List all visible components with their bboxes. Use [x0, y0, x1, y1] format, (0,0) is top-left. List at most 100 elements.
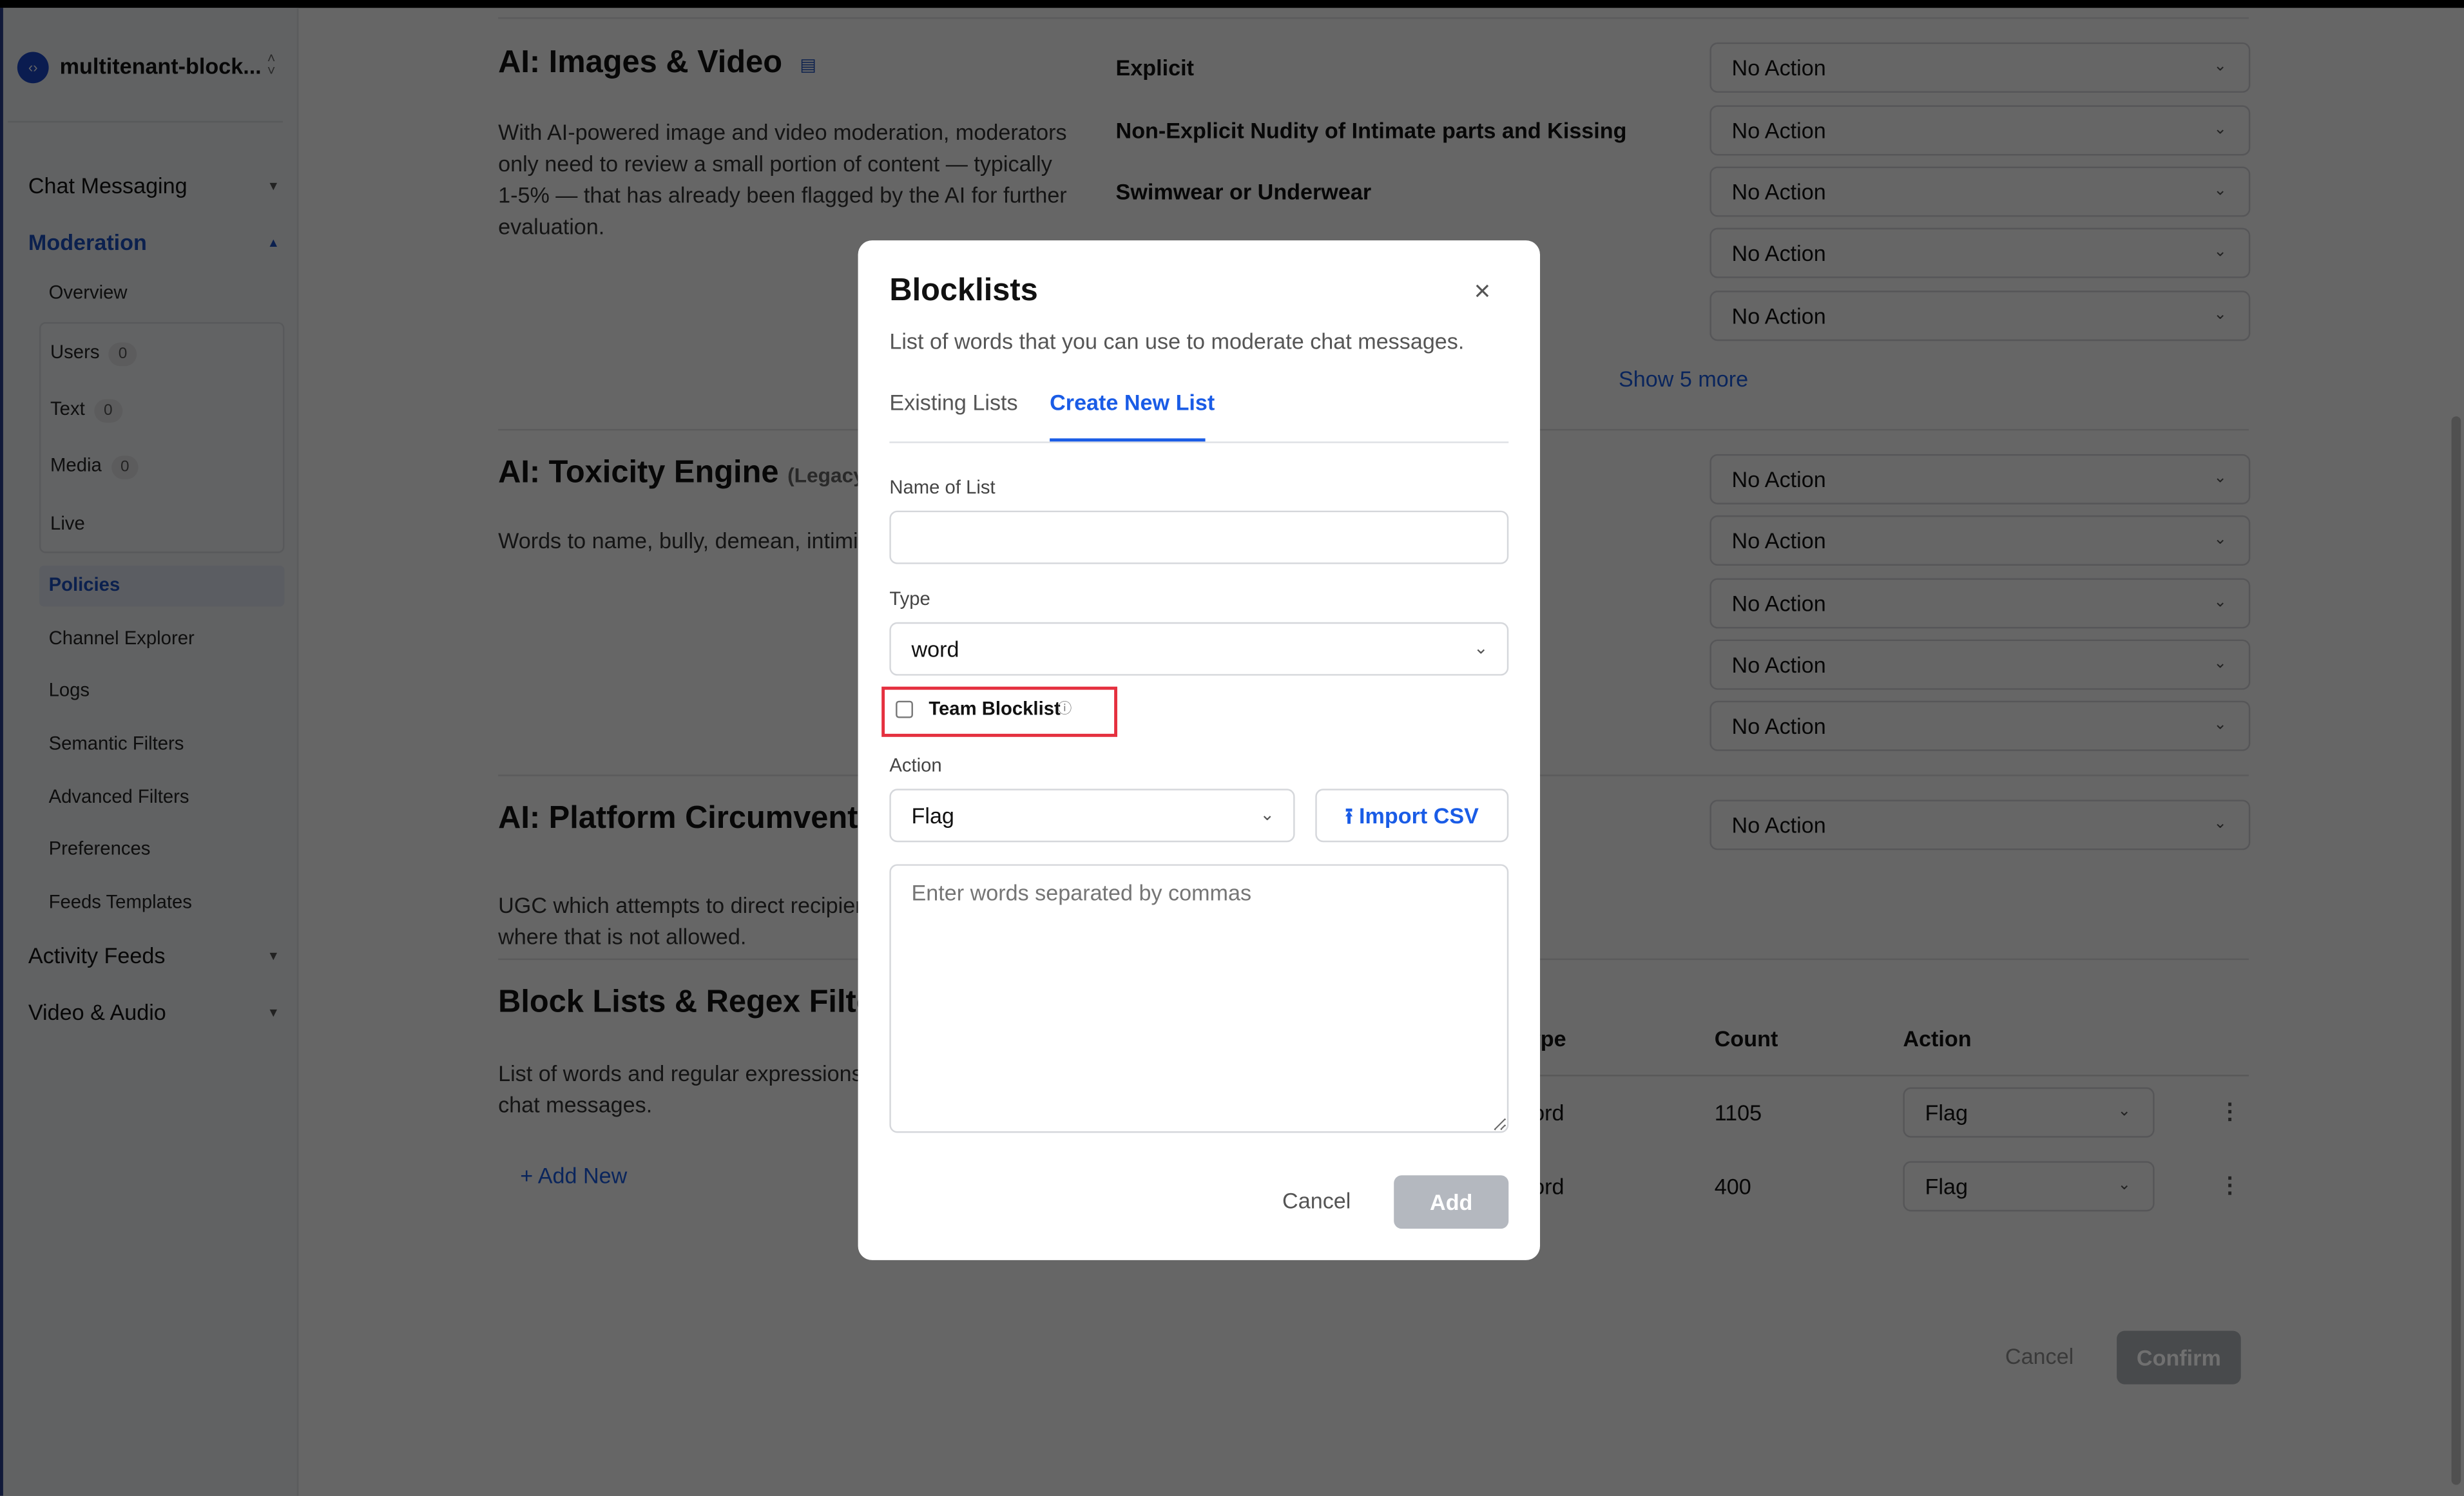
- action-select[interactable]: No Action ⌄: [1709, 578, 2251, 629]
- team-blocklist-label[interactable]: Team Blocklist: [929, 698, 1060, 720]
- confirm-button[interactable]: Confirm: [2117, 1330, 2241, 1385]
- row-action-select[interactable]: Flag ⌄: [1903, 1087, 2155, 1138]
- sidebar-item-advanced-filters[interactable]: Advanced Filters: [49, 785, 189, 807]
- value: Flag: [1925, 1100, 1968, 1126]
- sidebar-item-chat-messaging[interactable]: Chat Messaging: [28, 173, 188, 198]
- rule-label: Explicit: [1115, 55, 1194, 81]
- add-button[interactable]: Add: [1394, 1175, 1509, 1229]
- top-bar: [0, 0, 2464, 8]
- dimmed-page: ‹› multitenant-block... ˄ ˅ Chat Messagin…: [0, 0, 2464, 1496]
- sidebar-item-activity-feeds[interactable]: Activity Feeds: [28, 943, 166, 968]
- import-csv-button[interactable]: ⭱ Import CSV: [1315, 789, 1509, 843]
- words-textarea[interactable]: [889, 864, 1509, 1133]
- sidebar-item-users[interactable]: Users 0: [50, 341, 137, 367]
- caret-down-icon: ▼: [267, 179, 280, 193]
- divider: [498, 17, 2249, 19]
- sidebar-item-video-audio[interactable]: Video & Audio: [28, 999, 166, 1024]
- chevron-down-icon: ⌄: [1260, 806, 1275, 825]
- action-select[interactable]: No Action ⌄: [1709, 800, 2251, 850]
- action-select[interactable]: No Action ⌄: [1709, 166, 2251, 217]
- label: Text: [50, 398, 85, 420]
- sidebar-item-logs[interactable]: Logs: [49, 679, 90, 701]
- action-select[interactable]: No Action ⌄: [1709, 42, 2251, 93]
- column-header-count: Count: [1714, 1026, 1778, 1051]
- caret-down-icon: ▼: [267, 949, 280, 963]
- scrollbar[interactable]: [2451, 416, 2461, 1485]
- count-badge: 0: [94, 399, 122, 423]
- app-logo-icon: ‹›: [17, 52, 49, 84]
- kebab-menu-icon[interactable]: ⋮: [2219, 1098, 2241, 1125]
- action-select[interactable]: No Action ⌄: [1709, 454, 2251, 504]
- label: Media: [50, 454, 102, 476]
- chevron-down-icon: ⌄: [2213, 120, 2227, 139]
- rule-label: Swimwear or Underwear: [1115, 179, 1372, 205]
- value: No Action: [1731, 590, 1826, 617]
- sidebar-item-moderation[interactable]: Moderation: [28, 229, 147, 254]
- tabs-divider: [889, 441, 1509, 443]
- chevron-down-icon: ⌄: [2213, 182, 2227, 200]
- list-name-input[interactable]: [889, 510, 1509, 564]
- type-label: Type: [889, 588, 930, 610]
- team-blocklist-checkbox[interactable]: [896, 700, 913, 718]
- action-select[interactable]: No Action ⌄: [1709, 105, 2251, 156]
- sidebar-item-feeds-templates[interactable]: Feeds Templates: [49, 891, 192, 913]
- action-select[interactable]: No Action ⌄: [1709, 515, 2251, 566]
- active-tab-indicator: [1050, 438, 1206, 442]
- sidebar-item-live[interactable]: Live: [50, 512, 85, 534]
- switcher-chevron-icon[interactable]: ˄ ˅: [267, 51, 276, 77]
- chevron-down-icon: ⌄: [2117, 1103, 2132, 1120]
- count-badge: 0: [111, 456, 139, 479]
- add-new-button[interactable]: + Add New: [520, 1163, 627, 1188]
- show-more-link[interactable]: Show 5 more: [1619, 366, 1748, 391]
- value: word: [911, 636, 959, 662]
- sidebar-item-text[interactable]: Text 0: [50, 398, 122, 423]
- app-switcher[interactable]: multitenant-block...: [60, 53, 262, 79]
- sidebar-item-policies[interactable]: Policies: [49, 573, 120, 595]
- value: No Action: [1731, 528, 1826, 553]
- chevron-down-icon: ⌄: [2213, 58, 2227, 76]
- type-select[interactable]: word ⌄: [889, 622, 1509, 676]
- chevron-down-icon: ⌄: [2213, 655, 2227, 673]
- modal-cancel-button[interactable]: Cancel: [1282, 1188, 1351, 1213]
- action-select[interactable]: No Action ⌄: [1709, 639, 2251, 690]
- action-select[interactable]: No Action ⌄: [1709, 700, 2251, 751]
- value: No Action: [1731, 117, 1826, 143]
- sidebar-item-media[interactable]: Media 0: [50, 454, 139, 479]
- help-icon[interactable]: ⓘ: [1057, 698, 1072, 718]
- rule-label: Non-Explicit Nudity of Intimate parts an…: [1115, 117, 1627, 143]
- value: No Action: [1731, 652, 1826, 678]
- action-select[interactable]: No Action ⌄: [1709, 291, 2251, 341]
- chevron-down-icon: ⌄: [2213, 306, 2227, 324]
- value: No Action: [1731, 240, 1826, 266]
- tab-existing-lists[interactable]: Existing Lists: [889, 390, 1017, 415]
- sidebar-item-semantic-filters[interactable]: Semantic Filters: [49, 732, 184, 754]
- page-cancel-button[interactable]: Cancel: [2005, 1343, 2074, 1368]
- blocklists-modal: Blocklists × List of words that you can …: [858, 240, 1541, 1260]
- upload-icon: ⭱: [1345, 803, 1353, 829]
- chevron-down-icon: ⌄: [2117, 1176, 2132, 1194]
- action-label: Action: [889, 754, 942, 776]
- close-icon[interactable]: ×: [1474, 275, 1491, 308]
- title: AI: Toxicity Engine: [498, 456, 779, 490]
- row-action-select[interactable]: Flag ⌄: [1903, 1161, 2155, 1212]
- sidebar-item-overview[interactable]: Overview: [49, 282, 128, 303]
- caret-up-icon: ▲: [267, 235, 280, 250]
- kebab-menu-icon[interactable]: ⋮: [2219, 1172, 2241, 1198]
- value: No Action: [1731, 55, 1826, 81]
- docs-book-icon[interactable]: ▤: [800, 55, 816, 75]
- sidebar-item-preferences[interactable]: Preferences: [49, 838, 151, 859]
- section-title-circumvention: AI: Platform Circumvention: [498, 801, 905, 836]
- chevron-down-icon: ⌄: [2213, 244, 2227, 261]
- modal-subtitle: List of words that you can use to modera…: [889, 328, 1465, 354]
- cell-count: 400: [1714, 1173, 1751, 1199]
- chevron-down-icon: ⌄: [2213, 815, 2227, 833]
- chevron-down-icon: ⌄: [2213, 531, 2227, 549]
- action-select[interactable]: Flag ⌄: [889, 789, 1295, 843]
- section-title-images: AI: Images & Video: [498, 45, 783, 81]
- value: Flag: [911, 803, 954, 829]
- tab-create-new-list[interactable]: Create New List: [1050, 390, 1215, 415]
- action-select[interactable]: No Action ⌄: [1709, 227, 2251, 278]
- sidebar-item-channel-explorer[interactable]: Channel Explorer: [49, 627, 195, 649]
- section-title-toxicity: AI: Toxicity Engine (Legacy): [498, 456, 871, 492]
- value: No Action: [1731, 303, 1826, 329]
